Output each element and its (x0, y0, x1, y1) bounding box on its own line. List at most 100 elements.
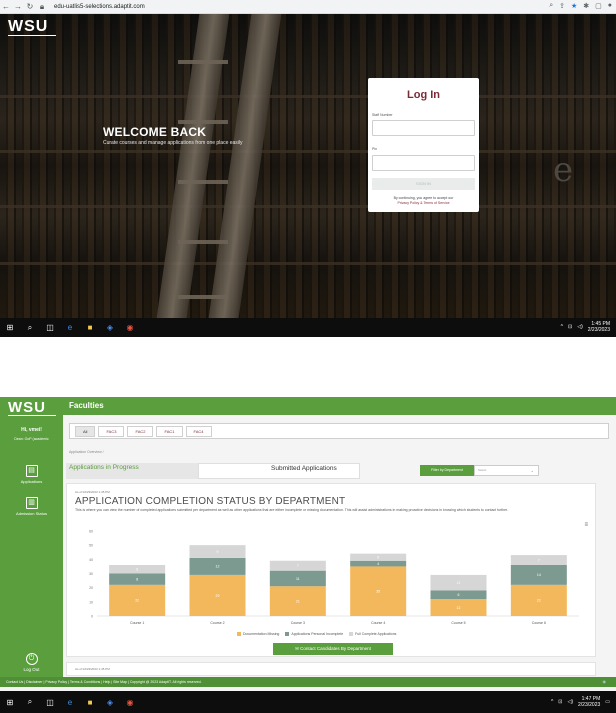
y-tick-label: 0 (91, 615, 93, 619)
chart-legend: Documentation Missing Applications Perso… (237, 632, 397, 637)
ladder-rung (178, 60, 228, 64)
sign-in-button[interactable]: SIGN IN (372, 178, 475, 190)
bookmark-star-icon[interactable]: ★ (571, 2, 577, 10)
ladder-rung (178, 180, 228, 184)
task-view-icon[interactable]: ◫ (40, 698, 60, 707)
sidebar-item-admission-status[interactable]: ▥ Admission Status (0, 497, 63, 516)
bar-data-label: 11 (457, 581, 461, 585)
tray-chevron-icon[interactable]: ^ (551, 699, 553, 705)
chrome-icon[interactable]: ◉ (120, 323, 140, 332)
clock[interactable]: 1:45 PM 2/23/2023 (588, 321, 610, 333)
bar-data-label: 12 (457, 606, 461, 610)
library-background-image (0, 14, 616, 318)
reload-icon[interactable]: ↻ (24, 2, 36, 11)
extensions-icon[interactable]: ✱ (583, 2, 589, 10)
search-icon[interactable]: ⌕ (20, 323, 40, 333)
tab-fac1[interactable]: FAC1 (156, 425, 183, 437)
tab-all[interactable]: All (75, 425, 96, 437)
bar-data-label: 11 (296, 577, 300, 581)
sidepanel-icon[interactable]: ▢ (595, 2, 602, 10)
welcome-subtitle: Curate courses and manage applications f… (103, 140, 243, 146)
search-icon[interactable]: ⌕ (549, 2, 553, 10)
network-icon[interactable]: ⊡ (568, 324, 572, 330)
chrome-icon[interactable]: ◉ (120, 698, 140, 707)
shelf-divider (0, 262, 616, 265)
logo-tagline-graphic (8, 35, 56, 41)
login-screenshot: ← → ↻ 🔒︎ edu-uatlis5-selections.adaptit.… (0, 0, 616, 337)
dashboard-screenshot: Faculties WSU Hi, vmei! Dean: OoP (acade… (0, 397, 616, 713)
tab-label: FAC1 (164, 428, 175, 434)
filter-by-department-button[interactable]: Filter by Department (420, 465, 474, 476)
sidebar-item-label: Admission Status (16, 511, 47, 516)
tab-fac2[interactable]: FAC2 (127, 425, 154, 437)
contact-candidates-button[interactable]: ✉ Contact Candidates By Department (273, 643, 393, 655)
lock-icon: 🔒︎ (39, 1, 45, 11)
address-bar[interactable]: edu-uatlis5-selections.adaptit.com (54, 4, 145, 10)
shelf-divider (0, 205, 616, 208)
network-icon[interactable]: ⊡ (558, 699, 562, 705)
faculty-tabs: All FAC3 FAC2 FAC1 FAC4 (69, 423, 609, 439)
legend-label: Full Complete Applications (355, 632, 397, 636)
wsu-logo: WSU (8, 19, 56, 41)
chat-widget-icon[interactable]: ◉ (603, 679, 607, 684)
tab-fac4[interactable]: FAC4 (185, 425, 212, 437)
tab-submitted-applications[interactable]: Submitted Applications (198, 463, 360, 479)
bar-data-label: 4 (377, 562, 379, 566)
second-card: As of 02/23/2023 1:45 PM (66, 662, 596, 676)
share-icon[interactable]: ⇪ (559, 2, 565, 10)
login-title: Log In (407, 89, 440, 101)
breadcrumb[interactable]: Application Overview / (69, 450, 104, 454)
staff-number-input[interactable] (372, 120, 475, 136)
power-icon: ⏻ (25, 653, 38, 665)
welcome-title: WELCOME BACK (103, 125, 207, 139)
logout-button[interactable]: ⏻ Log Out (0, 653, 63, 672)
edge-icon[interactable]: e (60, 323, 80, 332)
sidebar-item-applications[interactable]: ▤ Applications (0, 465, 63, 484)
shelf-divider (0, 95, 616, 98)
edge-icon[interactable]: e (60, 698, 80, 707)
volume-icon[interactable]: ◁) (568, 699, 574, 705)
legend-item-complete[interactable]: Full Complete Applications (349, 632, 397, 637)
background-letter-e: e (553, 150, 574, 190)
department-select[interactable]: Select ⌄ (474, 465, 539, 476)
tab-fac3[interactable]: FAC3 (98, 425, 125, 437)
pin-input[interactable] (372, 155, 475, 171)
footer-links[interactable]: Contact Us | Disclaimer | Privacy Policy… (0, 677, 616, 687)
privacy-terms-link[interactable]: Privacy Policy & Terms of Service (368, 201, 479, 206)
clock-date: 2/23/2023 (578, 702, 601, 708)
security-icon[interactable]: ◈ (100, 323, 120, 332)
x-tick-label: Course 4 (371, 621, 385, 625)
tab-applications-in-progress[interactable]: Applications in Progress (66, 463, 198, 479)
admission-status-icon: ▥ (25, 497, 38, 509)
bar-data-label: 5 (377, 556, 379, 560)
completion-status-card: As of 02/23/2023 1:45 PM APPLICATION COM… (66, 483, 596, 657)
sidebar-item-label: Applications (20, 479, 43, 484)
search-icon[interactable]: ⌕ (20, 697, 40, 707)
file-explorer-icon[interactable]: ■ (80, 698, 100, 707)
chevron-down-icon: ⌄ (530, 468, 534, 473)
as-of-timestamp: As of 02/23/2023 1:45 PM (75, 667, 110, 671)
forward-icon[interactable]: → (12, 2, 24, 11)
back-icon[interactable]: ← (0, 2, 12, 11)
y-tick-label: 60 (89, 530, 93, 534)
task-view-icon[interactable]: ◫ (40, 323, 60, 332)
security-icon[interactable]: ◈ (100, 698, 120, 707)
tab-label: FAC4 (193, 428, 204, 434)
x-tick-label: Course 3 (291, 621, 305, 625)
page-title: Faculties (69, 401, 104, 410)
notifications-icon[interactable]: ▭ (605, 699, 610, 705)
tray-chevron-icon[interactable]: ^ (561, 324, 563, 330)
sidebar: WSU Hi, vmei! Dean: OoP (academic ▤ Appl… (0, 397, 63, 677)
bar-data-label: 7 (297, 564, 299, 568)
volume-icon[interactable]: ◁) (577, 324, 583, 330)
legend-label: Documentation Missing (243, 632, 280, 636)
legend-item-incomplete[interactable]: Applications Personal Incomplete (285, 632, 343, 637)
clock[interactable]: 1:47 PM 2/23/2023 (578, 696, 600, 708)
windows-start-icon[interactable]: ⊞ (0, 698, 20, 707)
bar-data-label: 6 (136, 568, 138, 572)
legend-item-missing[interactable]: Documentation Missing (237, 632, 280, 637)
windows-start-icon[interactable]: ⊞ (0, 323, 20, 332)
file-explorer-icon[interactable]: ■ (80, 323, 100, 332)
profile-icon[interactable]: ● (608, 2, 612, 10)
ladder-rung (178, 120, 228, 124)
